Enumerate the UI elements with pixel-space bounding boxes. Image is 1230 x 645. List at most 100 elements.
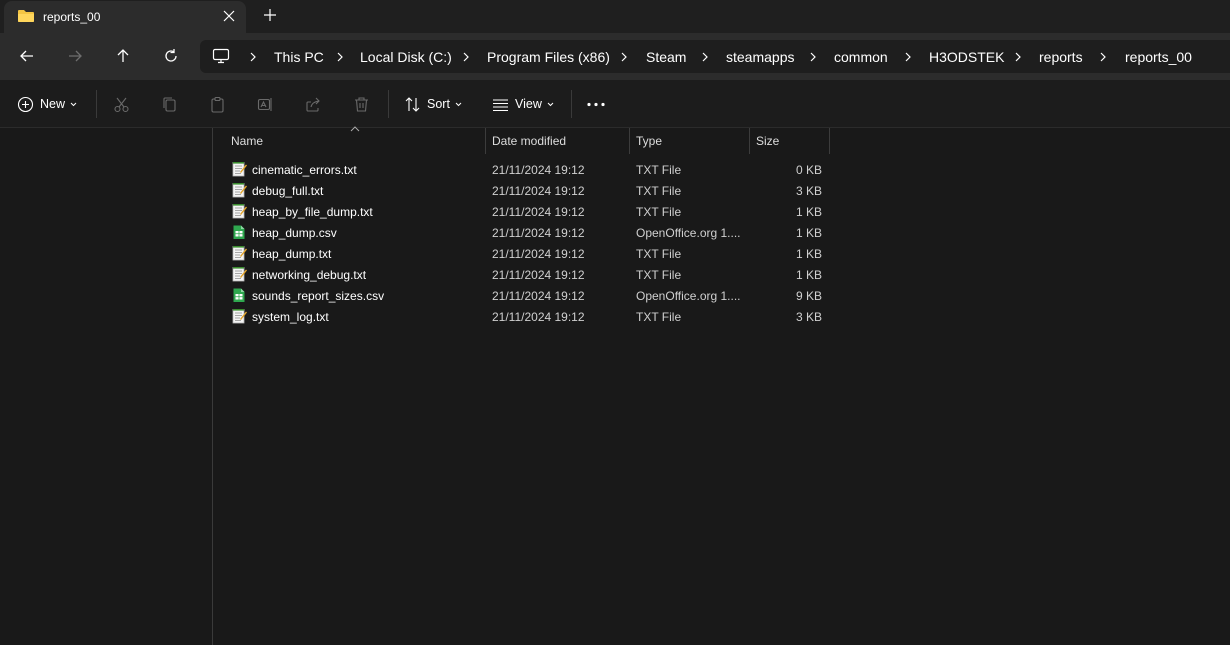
file-size: 3 KB (795, 310, 822, 324)
address-bar[interactable]: This PC Local Disk (C:) Program Files (x… (200, 40, 1230, 73)
column-type-label: Type (636, 134, 663, 148)
rename-icon (257, 97, 272, 111)
chevron-right-icon (250, 52, 256, 62)
more-options-button[interactable] (586, 93, 606, 115)
share-button[interactable] (305, 93, 322, 115)
delete-button[interactable] (353, 93, 370, 115)
chevron-right-icon (337, 52, 343, 62)
file-row[interactable]: heap_dump.txt 21/11/2024 19:12 TXT File 1 K… (227, 243, 829, 264)
file-date-modified: 21/11/2024 19:12 (492, 184, 585, 198)
copy-icon (163, 96, 176, 112)
spreadsheet-file-icon (233, 225, 245, 239)
sort-button[interactable]: Sort (404, 93, 462, 115)
chevron-right-icon (810, 52, 816, 62)
breadcrumb-local-disk[interactable]: Local Disk (C:) (360, 49, 452, 65)
cut-button[interactable] (113, 93, 130, 115)
breadcrumb-reports-00[interactable]: reports_00 (1125, 49, 1192, 65)
column-header-date[interactable]: Date modified (486, 128, 629, 154)
file-type: TXT File (636, 163, 682, 177)
file-type: TXT File (636, 205, 682, 219)
view-list-icon (493, 98, 508, 111)
file-row[interactable]: sounds_report_sizes.csv 21/11/2024 19:12 O… (227, 285, 829, 306)
chevron-down-icon (455, 102, 462, 106)
refresh-icon (165, 49, 177, 62)
paste-button[interactable] (209, 93, 226, 115)
column-date-label: Date modified (492, 134, 567, 148)
column-separator[interactable] (829, 128, 830, 154)
rename-button[interactable] (257, 93, 274, 115)
file-name: debug_full.txt (252, 184, 324, 198)
copy-button[interactable] (161, 93, 178, 115)
column-name-label: Name (231, 134, 264, 148)
trash-icon (355, 96, 368, 112)
sort-label: Sort (427, 97, 450, 111)
text-file-icon (232, 246, 247, 261)
text-file-icon (232, 309, 247, 324)
view-button[interactable]: View (492, 93, 554, 115)
command-bar: New Sort View (0, 80, 1230, 128)
computer-icon (212, 48, 230, 64)
file-name: system_log.txt (252, 310, 329, 324)
file-name: heap_dump.txt (252, 247, 332, 261)
share-icon (306, 97, 320, 112)
breadcrumb-steamapps[interactable]: steamapps (726, 49, 794, 65)
clipboard-icon (211, 96, 224, 113)
sort-icon (405, 96, 420, 112)
back-button[interactable] (16, 45, 38, 67)
refresh-button[interactable] (160, 45, 182, 67)
separator (571, 90, 572, 118)
file-size: 1 KB (795, 268, 822, 282)
file-name: heap_by_file_dump.txt (252, 205, 373, 219)
file-date-modified: 21/11/2024 19:12 (492, 289, 585, 303)
text-file-icon (232, 162, 247, 177)
spreadsheet-file-icon (233, 288, 245, 302)
breadcrumb-reports[interactable]: reports (1039, 49, 1083, 65)
chevron-right-icon (1015, 52, 1021, 62)
new-button[interactable]: New (17, 93, 77, 115)
folder-icon (18, 10, 34, 22)
breadcrumb-this-pc[interactable]: This PC (274, 49, 324, 65)
file-date-modified: 21/11/2024 19:12 (492, 268, 585, 282)
file-row[interactable]: system_log.txt 21/11/2024 19:12 TXT File 3 … (227, 306, 829, 327)
file-row[interactable]: heap_by_file_dump.txt 21/11/2024 19:12 TXT… (227, 201, 829, 222)
breadcrumb-h3odstek[interactable]: H3ODSTEK (929, 49, 1004, 65)
file-size: 1 KB (795, 247, 822, 261)
tab-title: reports_00 (43, 10, 101, 24)
more-icon (587, 102, 605, 106)
file-date-modified: 21/11/2024 19:12 (492, 163, 585, 177)
file-size: 9 KB (795, 289, 822, 303)
text-file-icon (232, 267, 247, 282)
new-label: New (40, 97, 66, 111)
column-header-name[interactable]: Name (225, 128, 485, 154)
file-type: OpenOffice.org 1.... (636, 289, 741, 303)
up-button[interactable] (112, 45, 134, 67)
file-row[interactable]: heap_dump.csv 21/11/2024 19:12 OpenOffice.… (227, 222, 829, 243)
file-size: 0 KB (795, 163, 822, 177)
forward-button[interactable] (64, 45, 86, 67)
file-name: cinematic_errors.txt (252, 163, 357, 177)
tab-reports-00[interactable]: reports_00 (4, 1, 246, 33)
view-label: View (515, 97, 542, 111)
file-row[interactable]: networking_debug.txt 21/11/2024 19:12 TXT … (227, 264, 829, 285)
column-header-type[interactable]: Type (630, 128, 749, 154)
breadcrumb-steam[interactable]: Steam (646, 49, 686, 65)
close-icon[interactable] (220, 7, 238, 25)
breadcrumb-program-files[interactable]: Program Files (x86) (487, 49, 610, 65)
navigation-bar: This PC Local Disk (C:) Program Files (x… (0, 33, 1230, 80)
file-row[interactable]: cinematic_errors.txt 21/11/2024 19:12 TXT … (227, 159, 829, 180)
chevron-right-icon (621, 52, 627, 62)
navigation-pane[interactable] (0, 128, 212, 645)
column-header-size[interactable]: Size (750, 128, 829, 154)
arrow-right-icon (69, 50, 82, 62)
file-row[interactable]: debug_full.txt 21/11/2024 19:12 TXT File 3 … (227, 180, 829, 201)
plus-circle-icon (17, 96, 34, 112)
breadcrumb-common[interactable]: common (834, 49, 888, 65)
file-size: 1 KB (795, 205, 822, 219)
file-date-modified: 21/11/2024 19:12 (492, 226, 585, 240)
new-tab-button[interactable] (262, 7, 278, 23)
separator (96, 90, 97, 118)
file-list: Name Date modified Type Size cinematic_e… (213, 126, 1230, 645)
chevron-right-icon (463, 52, 469, 62)
file-name: sounds_report_sizes.csv (252, 289, 385, 303)
arrow-up-icon (117, 49, 129, 62)
